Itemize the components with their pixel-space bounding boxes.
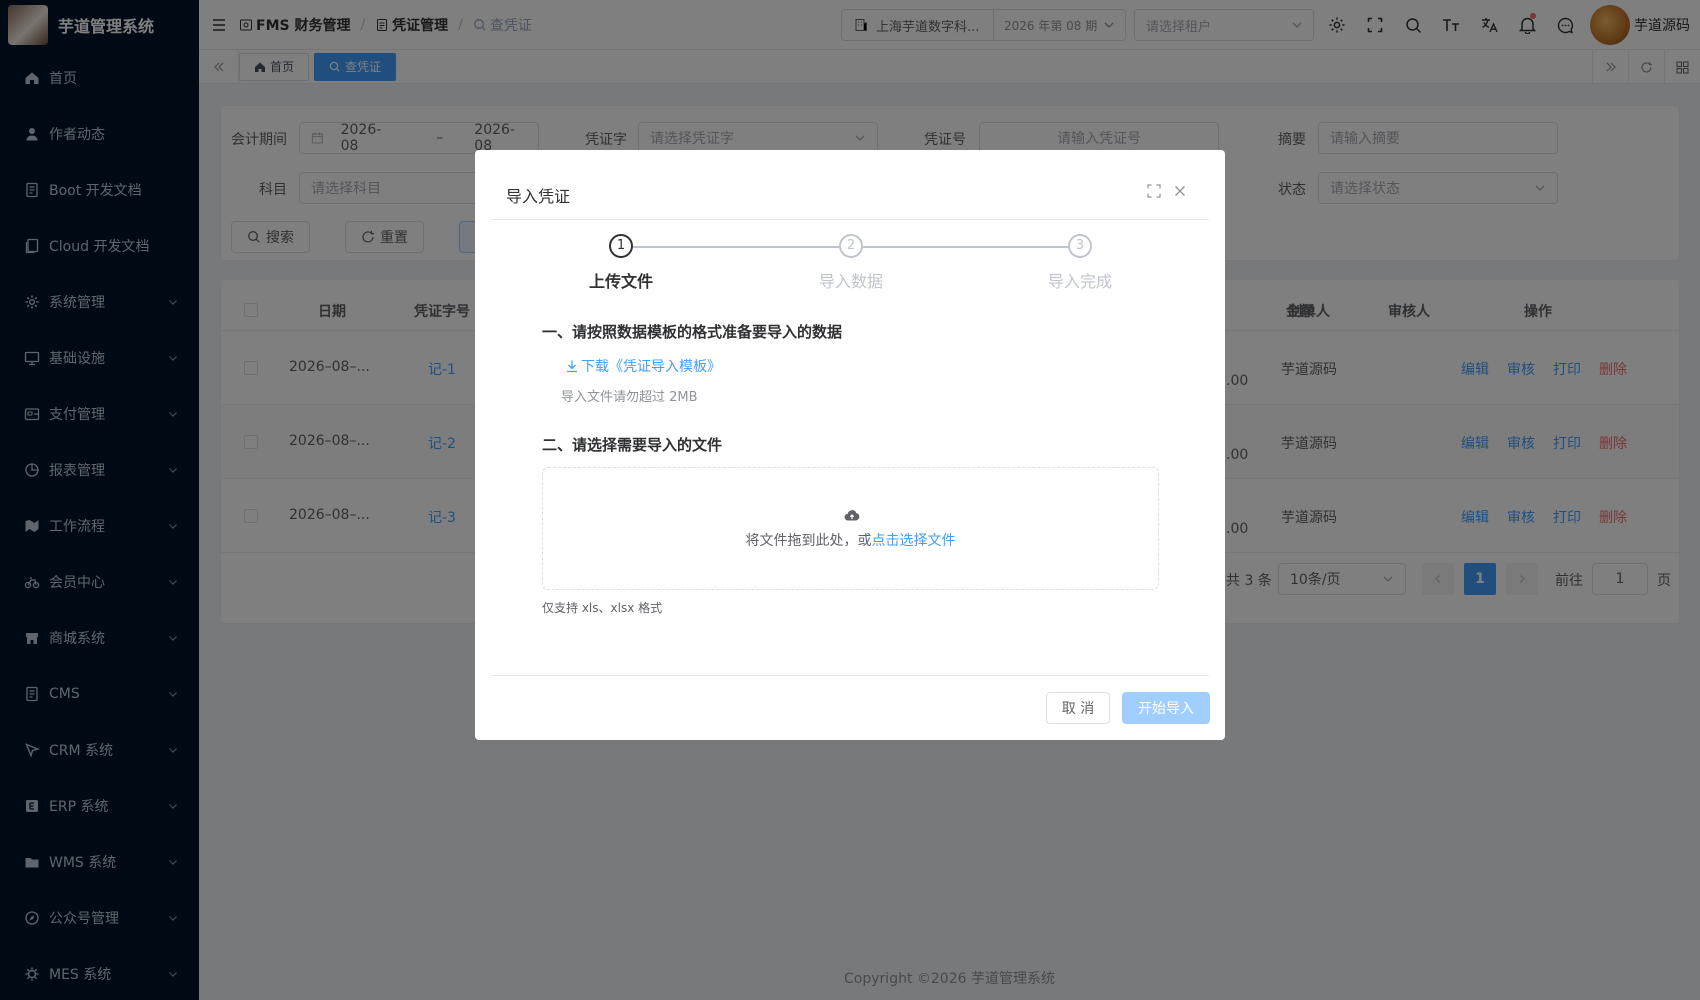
file-size-tip: 导入文件请勿超过 2MB — [561, 390, 698, 405]
step-import-done: 3 导入完成 — [1000, 234, 1160, 292]
file-format-tip: 仅支持 xls、xlsx 格式 — [542, 601, 663, 615]
step-number: 2 — [839, 234, 863, 258]
cancel-button[interactable]: 取 消 — [1046, 692, 1110, 724]
section-title-prepare: 一、请按照数据模板的格式准备要导入的数据 — [542, 323, 843, 341]
step-title: 导入完成 — [1047, 272, 1112, 291]
step-upload: 1 上传文件 — [541, 234, 701, 292]
download-template-link[interactable]: 下载《凭证导入模板》 — [565, 356, 721, 376]
step-title: 导入数据 — [818, 272, 883, 291]
section-title-select-file: 二、请选择需要导入的文件 — [542, 436, 723, 454]
step-title: 上传文件 — [588, 272, 653, 291]
download-icon — [567, 360, 577, 373]
step-number: 1 — [609, 234, 633, 258]
upload-text: 将文件拖到此处，或点击选择文件 — [745, 533, 956, 549]
maximize-icon[interactable] — [1147, 184, 1161, 198]
dialog-title: 导入凭证 — [506, 187, 571, 206]
step-number: 3 — [1068, 234, 1092, 258]
upload-dropzone[interactable]: 将文件拖到此处，或点击选择文件 — [542, 467, 1159, 590]
close-icon[interactable] — [1173, 184, 1187, 198]
cloud-upload-icon — [844, 510, 860, 521]
start-import-button[interactable]: 开始导入 — [1122, 692, 1210, 724]
import-voucher-dialog: 导入凭证 1 上传文件 2 导入数据 3 导入完成 一、请按照数据模板的格式准备… — [475, 150, 1225, 740]
dialog-header-divider — [491, 219, 1209, 220]
dialog-footer-divider — [491, 675, 1209, 676]
select-file-link[interactable]: 点击选择文件 — [872, 533, 956, 549]
step-import-data: 2 导入数据 — [771, 234, 931, 292]
